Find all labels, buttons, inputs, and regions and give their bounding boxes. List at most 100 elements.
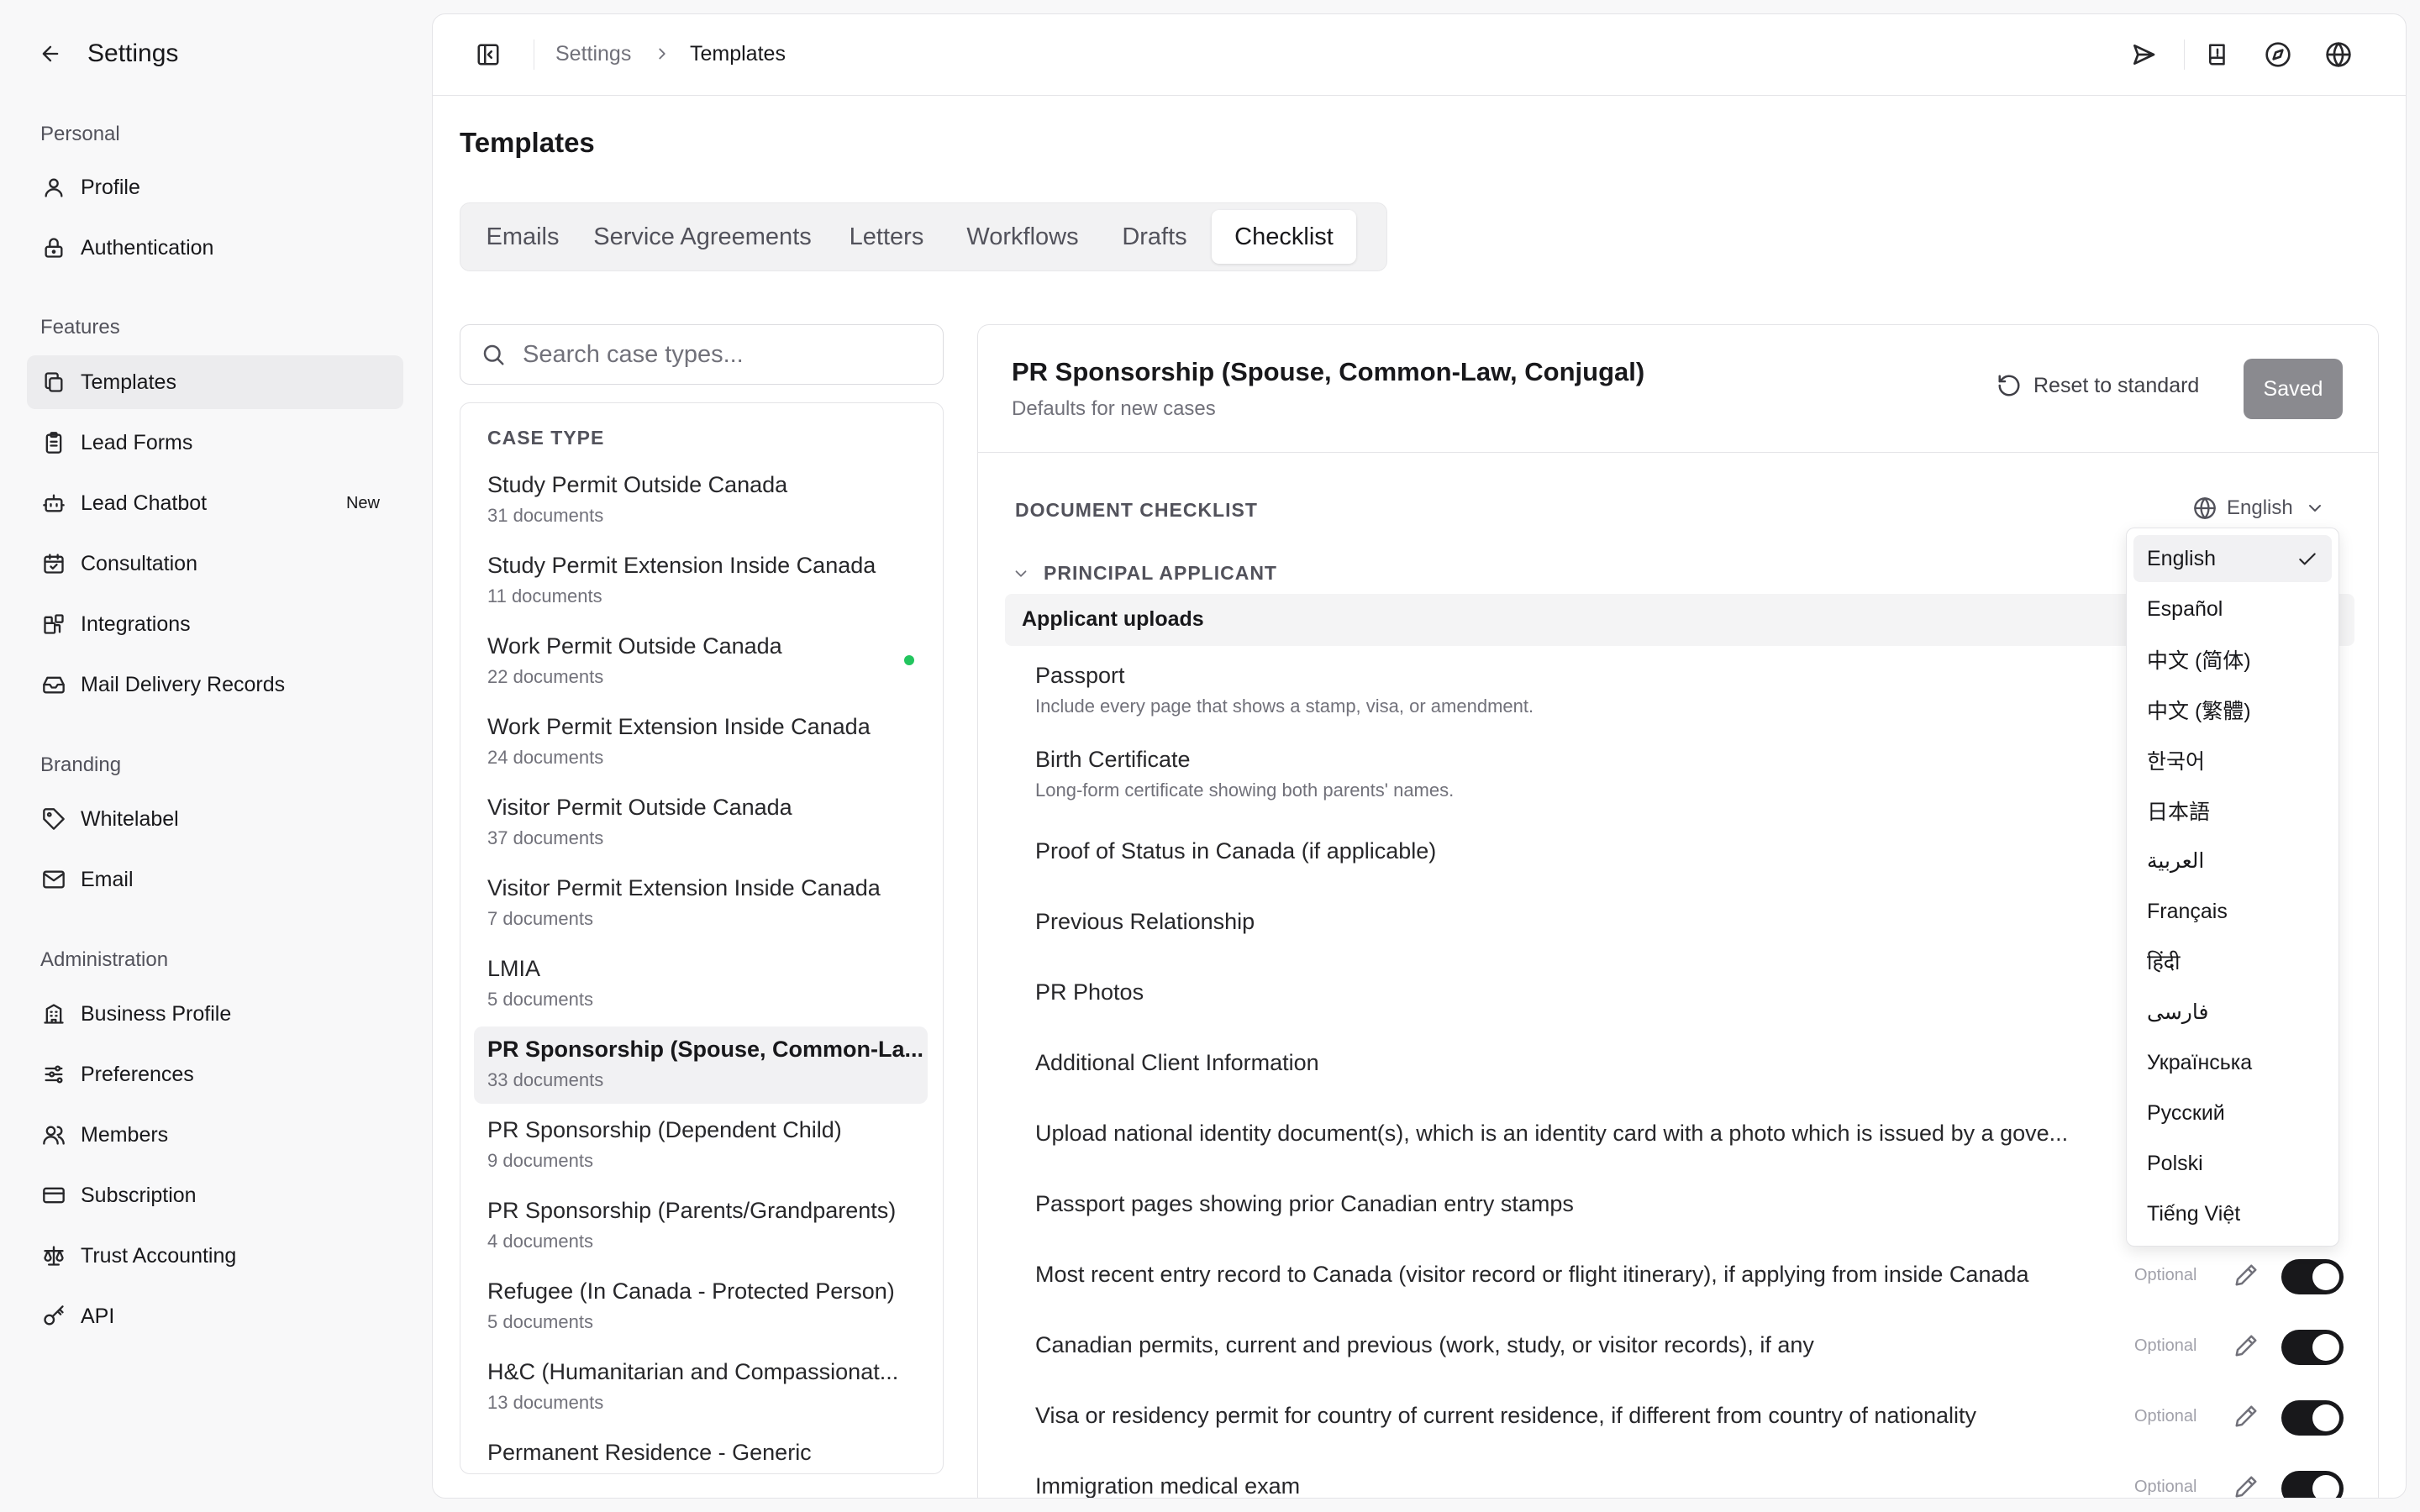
- list-item[interactable]: Permanent Residence - Generic: [474, 1430, 928, 1473]
- sidebar-item-mail-delivery[interactable]: Mail Delivery Records: [27, 658, 403, 711]
- case-doc-count: 13 documents: [487, 1392, 604, 1413]
- section-personal: Personal: [40, 123, 120, 145]
- tag-icon: [40, 806, 67, 832]
- sidebar-item-label: Lead Chatbot: [81, 491, 208, 515]
- checklist-item[interactable]: Immigration medical exam: [1035, 1473, 2128, 1498]
- back-button[interactable]: [35, 39, 66, 69]
- doc-name: PR Photos: [1035, 979, 1144, 1005]
- checklist-item[interactable]: Upload national identity document(s), wh…: [1035, 1121, 2128, 1147]
- language-option[interactable]: Українська: [2133, 1039, 2332, 1086]
- checklist-item[interactable]: Canadian permits, current and previous (…: [1035, 1332, 2128, 1358]
- checklist-item[interactable]: PR Photos: [1035, 979, 2128, 1005]
- sidebar-item-lead-chatbot[interactable]: Lead Chatbot New: [27, 476, 403, 530]
- page-title: Templates: [460, 127, 595, 158]
- language-option[interactable]: हिंदी: [2133, 938, 2332, 985]
- case-name: Permanent Residence - Generic: [487, 1440, 812, 1465]
- language-option[interactable]: 中文 (简体): [2133, 636, 2332, 683]
- list-item[interactable]: PR Sponsorship (Parents/Grandparents) 4 d…: [474, 1188, 928, 1265]
- pencil-icon[interactable]: [2233, 1474, 2259, 1499]
- explore-button[interactable]: [2263, 39, 2293, 70]
- language-option[interactable]: 日本語: [2133, 787, 2332, 834]
- search-input[interactable]: [523, 340, 926, 369]
- sidebar-item-label: Members: [81, 1122, 169, 1147]
- enabled-toggle[interactable]: [2281, 1330, 2344, 1365]
- checklist-item[interactable]: Passport pages showing prior Canadian en…: [1035, 1191, 2128, 1217]
- tab-emails[interactable]: Emails: [471, 210, 575, 264]
- list-item[interactable]: H&C (Humanitarian and Compassionat... 13 …: [474, 1349, 928, 1426]
- breadcrumb-settings[interactable]: Settings: [555, 42, 631, 66]
- enabled-toggle[interactable]: [2281, 1471, 2344, 1498]
- tab-workflows[interactable]: Workflows: [943, 210, 1102, 264]
- checklist-item[interactable]: Most recent entry record to Canada (visi…: [1035, 1262, 2128, 1288]
- sidebar-item-lead-forms[interactable]: Lead Forms: [27, 416, 403, 470]
- sidebar-item-whitelabel[interactable]: Whitelabel: [27, 792, 403, 846]
- sidebar-item-consultation[interactable]: Consultation: [27, 537, 403, 591]
- checklist-item[interactable]: Additional Client Information: [1035, 1050, 2128, 1076]
- sidebar-item-authentication[interactable]: Authentication: [27, 221, 403, 275]
- sidebar-item-preferences[interactable]: Preferences: [27, 1047, 403, 1101]
- tab-checklist[interactable]: Checklist: [1212, 210, 1356, 264]
- checklist-item[interactable]: Previous Relationship: [1035, 909, 2128, 935]
- language-button[interactable]: [2323, 39, 2354, 70]
- language-option[interactable]: Español: [2133, 585, 2332, 633]
- tab-letters[interactable]: Letters: [830, 210, 943, 264]
- sidebar-item-profile[interactable]: Profile: [27, 160, 403, 214]
- list-item[interactable]: Visitor Permit Outside Canada 37 document…: [474, 785, 928, 862]
- list-item[interactable]: Work Permit Extension Inside Canada 24 do…: [474, 704, 928, 781]
- checklist-item[interactable]: Proof of Status in Canada (if applicable…: [1035, 838, 2128, 864]
- docs-button[interactable]: [2202, 39, 2233, 70]
- detail-header: PR Sponsorship (Spouse, Common-Law, Conj…: [978, 325, 2378, 453]
- sidebar-item-api[interactable]: API: [27, 1289, 403, 1343]
- list-item[interactable]: LMIA 5 documents: [474, 946, 928, 1023]
- language-option[interactable]: Polski: [2133, 1140, 2332, 1187]
- enabled-toggle[interactable]: [2281, 1400, 2344, 1436]
- checklist-item[interactable]: Visa or residency permit for country of …: [1035, 1403, 2128, 1429]
- doc-name: Proof of Status in Canada (if applicable…: [1035, 838, 1437, 864]
- list-item[interactable]: Study Permit Extension Inside Canada 11 d…: [474, 543, 928, 620]
- option-label: English: [2147, 546, 2216, 570]
- sidebar-item-subscription[interactable]: Subscription: [27, 1168, 403, 1222]
- language-option[interactable]: 中文 (繁體): [2133, 686, 2332, 733]
- pencil-icon[interactable]: [2233, 1404, 2259, 1429]
- chevron-right-icon: [659, 48, 666, 60]
- sidebar-item-trust-accounting[interactable]: Trust Accounting: [27, 1229, 403, 1283]
- status-dot: [904, 655, 914, 665]
- language-option[interactable]: العربية: [2133, 837, 2332, 885]
- case-name: LMIA: [487, 956, 541, 981]
- scale-icon: [40, 1242, 67, 1269]
- language-option[interactable]: فارسی: [2133, 989, 2332, 1036]
- sidebar-item-integrations[interactable]: Integrations: [27, 597, 403, 651]
- list-item[interactable]: Refugee (In Canada - Protected Person) 5 …: [474, 1268, 928, 1346]
- tab-service-agreements[interactable]: Service Agreements: [575, 210, 830, 264]
- checklist-item[interactable]: Passport Include every page that shows a …: [1035, 663, 2128, 717]
- list-item[interactable]: Work Permit Outside Canada 22 documents: [474, 623, 928, 701]
- list-item[interactable]: Visitor Permit Extension Inside Canada 7 …: [474, 865, 928, 942]
- toggle-sidebar-button[interactable]: [473, 39, 503, 70]
- list-item[interactable]: PR Sponsorship (Dependent Child) 9 docume…: [474, 1107, 928, 1184]
- language-option[interactable]: Français: [2133, 888, 2332, 935]
- bot-icon: [40, 490, 67, 517]
- language-option[interactable]: 한국어: [2133, 737, 2332, 784]
- list-item[interactable]: Study Permit Outside Canada 31 documents: [474, 462, 928, 539]
- new-badge: New: [345, 493, 380, 512]
- sidebar-item-templates[interactable]: Templates: [27, 355, 403, 409]
- sidebar-item-business-profile[interactable]: Business Profile: [27, 987, 403, 1041]
- reset-to-standard-button[interactable]: Reset to standard: [1996, 369, 2199, 402]
- sidebar-item-email[interactable]: Email: [27, 853, 403, 906]
- pencil-icon[interactable]: [2233, 1333, 2259, 1358]
- saved-button[interactable]: Saved: [2244, 359, 2343, 419]
- send-button[interactable]: [2128, 39, 2159, 70]
- language-option-english[interactable]: English: [2133, 535, 2332, 582]
- language-select[interactable]: English: [2193, 491, 2325, 525]
- principal-applicant-toggle[interactable]: PRINCIPAL APPLICANT: [1012, 562, 1277, 585]
- sidebar-item-label: Business Profile: [81, 1001, 232, 1026]
- tab-drafts[interactable]: Drafts: [1102, 210, 1207, 264]
- enabled-toggle[interactable]: [2281, 1259, 2344, 1294]
- checklist-item[interactable]: Birth Certificate Long-form certificate s…: [1035, 747, 2128, 801]
- pencil-icon[interactable]: [2233, 1263, 2259, 1288]
- sidebar-item-members[interactable]: Members: [27, 1108, 403, 1162]
- sidebar-title: Settings: [87, 39, 179, 67]
- list-item-selected[interactable]: PR Sponsorship (Spouse, Common-La... 33 d…: [474, 1026, 928, 1104]
- language-option[interactable]: Tiếng Việt: [2133, 1190, 2332, 1237]
- language-option[interactable]: Русский: [2133, 1089, 2332, 1137]
